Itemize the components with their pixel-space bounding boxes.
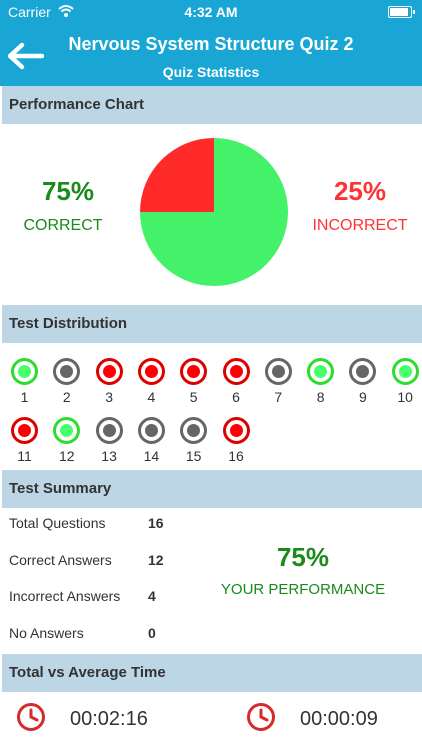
summary-label-incorrect: Incorrect Answers [9,588,121,604]
nav-bar: Nervous System Structure Quiz 2 Quiz Sta… [0,24,422,86]
clock-icon [17,703,45,731]
performance-pie-chart [140,138,288,286]
status-bar: Carrier 4:32 AM [0,0,422,24]
section-title: Test Summary [9,480,112,497]
section-time: Total vs Average Time [2,654,422,692]
question-number: 6 [232,389,240,405]
correct-percentage: 75% [41,176,95,206]
question-number: 10 [397,389,413,405]
question-status-12[interactable] [53,417,81,444]
question-status-16[interactable] [222,417,250,444]
summary-label-total: Total Questions [9,515,106,531]
question-number: 2 [62,389,71,405]
question-status-2[interactable] [53,358,81,385]
question-status-5[interactable] [180,358,208,385]
question-number: 7 [274,389,283,405]
your-performance-percentage: 75% [276,542,330,572]
summary-value-incorrect: 4 [148,588,156,604]
section-test-summary: Test Summary [2,470,422,508]
question-number: 1 [20,389,29,405]
section-test-distribution: Test Distribution [2,305,422,343]
summary-value-total: 16 [148,515,164,531]
clock-icon [247,703,275,731]
section-title: Test Distribution [9,315,128,332]
question-status-10[interactable] [391,358,419,385]
total-time: 00:02:16 [70,708,148,730]
section-performance-chart: Performance Chart [2,86,422,124]
battery-icon [388,6,415,18]
quiz-subtitle: Quiz Statistics [162,64,260,80]
question-number: 4 [147,389,156,405]
incorrect-label: INCORRECT [312,217,408,234]
question-number: 14 [143,448,160,464]
summary-label-no-answer: No Answers [9,625,84,641]
question-number: 9 [358,389,367,405]
question-status-3[interactable] [95,358,123,385]
summary-value-correct: 12 [148,552,164,568]
section-title: Total vs Average Time [9,664,166,681]
question-status-14[interactable] [137,417,165,444]
question-status-7[interactable] [264,358,292,385]
status-time: 4:32 AM [184,4,238,20]
summary-label-correct: Correct Answers [9,552,112,568]
question-number: 12 [59,448,75,464]
question-status-13[interactable] [95,417,123,444]
question-number: 3 [105,389,113,405]
average-time: 00:00:09 [300,708,378,730]
question-status-8[interactable] [307,358,335,385]
incorrect-percentage: 25% [333,176,387,206]
correct-label: CORRECT [23,217,103,234]
question-number: 13 [101,448,117,464]
question-number: 11 [17,448,32,464]
question-number: 16 [228,448,244,464]
your-performance-label: YOUR PERFORMANCE [220,581,386,598]
question-status-6[interactable] [222,358,250,385]
question-number: 8 [316,389,325,405]
question-status-1[interactable] [11,358,38,385]
quiz-title: Nervous System Structure Quiz 2 [68,34,354,54]
question-status-4[interactable] [137,358,165,385]
question-number: 5 [189,389,198,405]
summary-value-no-answer: 0 [148,625,156,641]
pie-slice-incorrect [140,138,214,212]
section-title: Performance Chart [9,96,145,113]
question-status-9[interactable] [349,358,377,385]
question-status-11[interactable] [11,417,38,444]
question-status-15[interactable] [180,417,208,444]
question-number: 15 [185,448,202,464]
